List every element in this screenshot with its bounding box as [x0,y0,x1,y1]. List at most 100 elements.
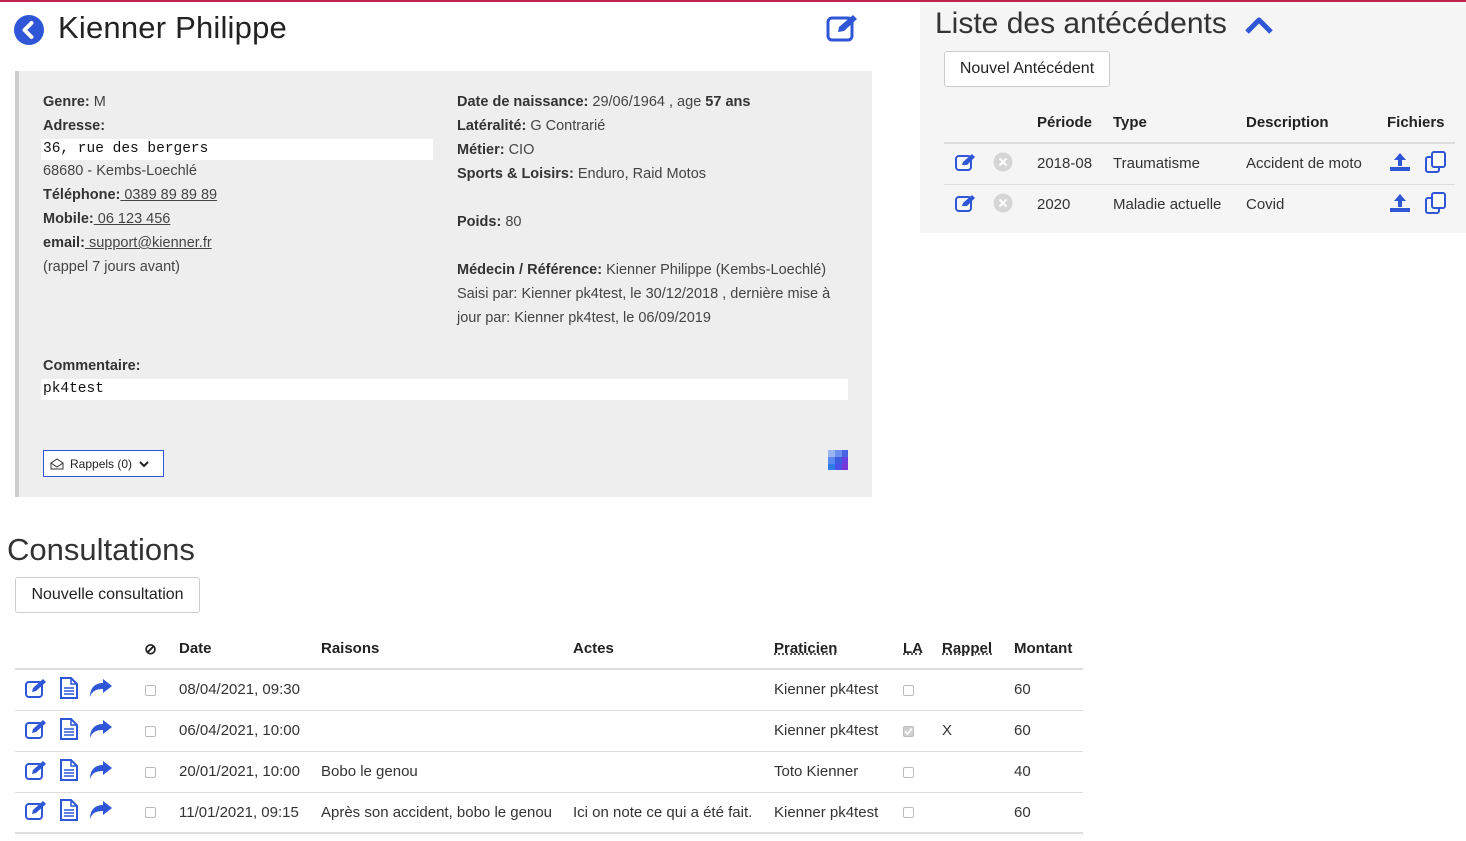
description-cell: Accident de moto [1246,155,1362,173]
chevron-left-icon [22,21,34,39]
antecedents-table: Période Type Description Fichiers 2018-0… [944,103,1455,225]
forward-consultation-button[interactable] [89,800,113,824]
edit-icon [826,15,857,42]
forward-consultation-button[interactable] [89,719,113,743]
checkmark-icon [904,727,913,735]
forward-consultation-button[interactable] [89,760,113,784]
forward-consultation-button[interactable] [89,678,113,702]
share-arrow-icon [90,678,113,697]
cancelled-checkbox[interactable] [145,684,156,696]
rappel-note: (rappel 7 jours avant) [43,259,181,275]
col-actions [15,629,122,669]
document-button[interactable] [59,717,79,744]
commentaire-label: Commentaire: [43,358,141,374]
upload-file-button[interactable] [1389,152,1411,176]
collapse-antecedents-button[interactable] [1244,14,1274,39]
delete-antecedent-button[interactable] [993,193,1013,217]
commentaire-value: pk4test [41,379,848,400]
raisons-cell: Après son accident, bobo le genou [321,803,552,821]
patient-card [15,71,872,497]
antecedent-row: 2018-08 Traumatisme Accident de moto [944,143,1455,184]
col-montant: Montant [1014,640,1073,657]
praticien-cell: Kienner pk4test [774,722,879,739]
edit-antecedent-button[interactable] [955,153,977,175]
document-button[interactable] [59,676,79,703]
rappel-cell [942,751,1014,792]
rappels-dropdown[interactable]: Rappels (0) [43,450,164,477]
cancelled-checkbox[interactable] [145,766,156,778]
telephone-link[interactable]: 0389 89 89 89 [120,187,217,203]
col-praticien: Praticien [774,640,838,657]
praticien-cell: Kienner pk4test [774,803,879,821]
praticien-cell: Kienner pk4test [774,681,879,699]
col-raisons: Raisons [321,640,380,657]
adresse-label: Adresse: [43,118,106,134]
raisons-cell: Bobo le genou [321,763,418,780]
date-cell: 11/01/2021, 09:15 [179,803,299,821]
antecedent-row: 2020 Maladie actuelle Covid [944,184,1455,225]
montant-cell: 60 [1014,803,1031,821]
montant-cell: 60 [1014,681,1031,699]
saisi-line2: jour par: Kienner pk4test, le 06/09/2019 [457,310,711,326]
metier-field: Métier: CIO [457,142,535,158]
actes-cell [573,751,774,792]
mobile-link[interactable]: 06 123 456 [94,211,171,227]
periode-cell: 2018-08 [1037,155,1093,173]
rappels-label: Rappels (0) [70,456,133,471]
document-button[interactable] [59,799,79,825]
cancelled-checkbox[interactable] [145,725,156,737]
patient-name: Kienner Philippe [58,10,287,45]
col-fichiers: Fichiers [1387,114,1445,131]
consultation-row: 20/01/2021, 10:00 Bobo le genou Toto Kie… [15,751,1083,792]
rappel-cell [942,792,1014,833]
edit-consultation-button[interactable] [25,678,49,702]
view-files-button[interactable] [1425,150,1447,177]
col-type: Type [1113,114,1147,131]
copy-files-icon [1425,150,1447,173]
share-arrow-icon [90,719,113,738]
mobile-field: Mobile: 06 123 456 [43,211,171,227]
back-button[interactable] [14,15,44,45]
la-checkbox[interactable] [903,807,914,819]
consultations-title: Consultations [7,532,195,567]
la-checkbox[interactable] [903,766,914,778]
lateralite-field: Latéralité: G Contrarié [457,118,606,134]
montant-cell: 40 [1014,763,1031,780]
view-files-button[interactable] [1425,191,1447,218]
col-rappel: Rappel [942,640,993,657]
envelope-icon [50,457,64,469]
la-checkbox[interactable] [903,684,914,696]
document-button[interactable] [59,758,79,785]
new-consultation-button[interactable]: Nouvelle consultation [15,577,200,613]
type-cell: Maladie actuelle [1113,196,1222,214]
actes-cell: Ici on note ce qui a été fait. [573,803,753,821]
edit-consultation-button[interactable] [25,760,49,784]
rappel-cell [942,669,1014,710]
new-antecedent-button[interactable]: Nouvel Antécédent [944,51,1110,87]
document-icon [60,717,79,740]
col-actes: Actes [573,640,614,657]
consultation-row: 11/01/2021, 09:15 Après son accident, bo… [15,792,1083,833]
edit-patient-button[interactable] [826,13,860,46]
poids-field: Poids: 80 [457,214,522,230]
copy-files-icon [1425,191,1447,214]
praticien-cell: Toto Kienner [774,763,859,780]
edit-consultation-button[interactable] [25,719,49,743]
adresse-line2: 68680 - Kembs-Loechlé [43,163,197,179]
delete-antecedent-button[interactable] [993,152,1013,176]
antecedents-title: Liste des antécédents [935,7,1227,40]
edit-consultation-button[interactable] [25,800,49,824]
color-palette-icon[interactable] [828,450,848,470]
la-checkbox[interactable] [903,725,914,737]
cancelled-checkbox[interactable] [145,807,156,819]
edit-icon [25,760,46,780]
col-cancelled: ⊘ [144,640,157,658]
raisons-cell [321,710,573,751]
col-periode: Période [1037,114,1093,131]
edit-antecedent-button[interactable] [955,194,977,216]
description-cell: Covid [1246,196,1285,214]
email-link[interactable]: support@kienner.fr [85,235,212,251]
montant-cell: 60 [1014,722,1031,739]
upload-file-button[interactable] [1389,193,1411,217]
saisi-line1: Saisi par: Kienner pk4test, le 30/12/201… [457,286,831,302]
